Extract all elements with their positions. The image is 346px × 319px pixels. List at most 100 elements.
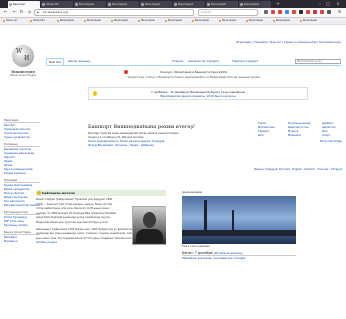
portrait-image[interactable] [132,206,166,245]
sidebar-link[interactable]: Баҫтырыу өлгөһө [4,224,40,228]
bookmark[interactable]: Википедия [273,19,290,23]
event-link[interactable]: Википедияла яҙыуға ярҙамсы: 2019 йыл кон… [89,94,307,98]
bookmark[interactable]: Википедия [192,19,209,23]
featured-body: Мәжит Ғафури (Ғабдулмәжит Нуриғәли улы Ғ… [36,198,166,319]
extension-icon[interactable] [327,10,331,14]
bookmark[interactable]: Википедия [84,19,101,23]
bookmark[interactable]: Википедия [300,19,317,23]
bookmark[interactable]: Википедия [165,19,182,23]
forward-icon[interactable]: → [10,9,17,16]
tab[interactable]: Википедия [239,1,271,8]
all-portals-link[interactable]: Бөтә порталдар [258,140,342,143]
bookmark[interactable]: Википедия [111,19,128,23]
reload-icon[interactable]: ↻ [18,9,25,16]
back-icon[interactable]: ← [2,9,9,16]
read-more-link[interactable]: Артабан уҡырға [36,241,57,244]
tab-history[interactable]: Тарихын ҡарарға [232,59,258,63]
extension-icon[interactable] [306,10,310,14]
tab-label: Википедия [244,3,260,6]
sidebar-link[interactable]: Һуңғы үҙгәрештәр [4,136,40,140]
welcome-box: Башҡорт Википедияһына рәхим итегеҙ! Был … [88,124,220,148]
logo-tagline: Ирекле энциклопедия [10,74,36,77]
tab[interactable]: Википедия [173,1,205,8]
sidebar-link[interactable]: Викимәғлүмәттәр элементы [4,204,40,208]
wiki-search-placeholder: Википедияла эҙләү [297,60,322,63]
favicon-icon [240,3,243,6]
maximize-button[interactable]: □ [324,1,332,7]
tab[interactable]: Википедия [140,1,172,8]
extension-icon[interactable] [313,10,317,14]
sidebar-group-tools: Ҡоралдар Бында һылтанмалар Бәйле үҙгәреш… [4,179,40,208]
languages-row[interactable]: Башҡа телдәрҙә: Русский - English - Deut… [224,168,342,171]
search-placeholder: Search [201,10,212,14]
personal-tools[interactable]: Әгәр Кереү | Тикшереү | Яңы хат | Һеҙҙең… [236,41,341,44]
minimize-button[interactable]: – [316,1,324,7]
wiki-search-input[interactable]: Википедияла эҙләү [295,59,341,64]
sidebar-link[interactable]: Таныш булығыҙ [4,172,40,176]
welcome-text: Был бер теләгән кеше мөхәррирләй алған и… [88,132,220,148]
welcome-title: Башҡорт Википедияһына рәхим итегеҙ! [88,124,195,130]
event-notice: 7 ноябрҙән - 31 декабрҙә: Википедия буйы… [88,87,308,100]
home-icon[interactable]: ⌂ [26,9,33,16]
banner-title: Конкурс «Википедия в Башкортостане 2019» [160,70,228,74]
otd-heading-link[interactable]: (Иҫтәлекле даталар) [214,252,243,255]
new-tab-button[interactable]: + [274,1,282,7]
bookmark[interactable]: Википедия [246,19,263,23]
portals-list: Тарих Ҡулланыусылар Әҙәбиәт Математика Башҡ… [258,122,342,143]
sidebar-heading: Ҡоралдар [4,179,40,183]
tab-label: Википедия [79,3,95,6]
menu-icon[interactable]: ≡ [336,9,343,16]
sidebar-link[interactable]: Метавики [4,240,40,244]
url-bar[interactable]: 🔒︎ ba.wikipedia.org [34,9,194,16]
otd-link[interactable]: Юбилейҙар, ваҡиғалар, тыуғандар һәм үлгә… [182,257,296,260]
extension-icon[interactable] [264,10,268,14]
extension-icon[interactable] [320,10,324,14]
tab[interactable]: Wikipedia [41,1,73,8]
bookmark[interactable]: Wikipedia [30,19,45,23]
tab[interactable]: Википедия [107,1,139,8]
sidebar-group-other-projects: Башҡа проекттарҙа Викидепо Метавики [4,231,40,244]
tab-read[interactable]: Уҡырға [172,59,183,63]
city-skyline-image[interactable] [182,196,296,244]
favicon-icon [174,3,177,6]
welcome-link[interactable]: Форум Википедия - Проекты - Ярҙам - Хәбә… [88,144,154,147]
on-this-day: Бөгөн: 7 декабрь (Иҫтәлекле даталар) Юби… [182,251,296,260]
sidebar-heading: Башҡа проекттарҙа [4,231,40,235]
portal-link[interactable]: Дин [258,134,263,138]
wiki-logo[interactable]: WИ Википедия Ирекле энциклопедия [8,45,38,87]
sidebar-group-print: Баҫтырыу/экспорт Китап булдырыу PDF итеп… [4,211,40,228]
bookmark[interactable]: Википедия [219,19,236,23]
banner-subtitle: Ураҙаҡҡан статьи о Башкортостане и выигр… [127,75,261,79]
tab-active[interactable]: Башҡорт [8,1,40,8]
extension-icon[interactable] [299,10,303,14]
tab[interactable]: Википедия [206,1,238,8]
wiki-page: Әгәр Кереү | Тикшереү | Яңы хат | Һеҙҙең… [0,25,346,319]
extension-icon[interactable] [271,10,275,14]
tower-silhouette [232,210,234,234]
extension-icon[interactable] [285,10,289,14]
welcome-link-line[interactable]: Форум Википедия - Проекты - Ярҙам - Хәбә… [88,144,220,148]
extension-icon[interactable] [278,10,282,14]
bookmark[interactable]: Википедия [138,19,155,23]
bookmark[interactable]: Башҡорт [3,19,18,23]
sidebar: Навигация Баш бит Күренекле мәҡәлә Осраҡ… [4,119,40,247]
tab-view-source[interactable]: Сығанаҡты ҡарарға [188,59,219,63]
bookmark[interactable]: Википедия [57,19,74,23]
portal-link[interactable]: Мәҙәниәт [288,134,301,138]
tab-label: Википедия [145,3,161,6]
tab[interactable]: Википедия [74,1,106,8]
extension-icon[interactable] [292,10,296,14]
tab-talk[interactable]: Фекер алышыу [68,59,90,63]
tab-label: Википедия [211,3,227,6]
otd-heading: Бөгөн: 7 декабрь [182,251,213,255]
favicon-icon [9,3,12,6]
welcome-link[interactable]: Нисек мөхәррирләргә, Нисек мәҡәлә яҙырға… [88,140,164,143]
tab-main-page[interactable]: Баш бит [46,58,65,65]
portal-link[interactable]: Спорт [322,134,330,138]
browser-search-input[interactable]: Search [198,9,258,16]
tower-silhouette [204,200,207,234]
close-window-button[interactable]: × [334,1,342,7]
otd-heading-row: Бөгөн: 7 декабрь (Иҫтәлекле даталар) [182,251,296,256]
featured-heading: Һайланған мәҡәлә [36,190,166,196]
contest-banner[interactable]: Конкурс «Википедия в Башкортостане 2019»… [46,70,342,84]
